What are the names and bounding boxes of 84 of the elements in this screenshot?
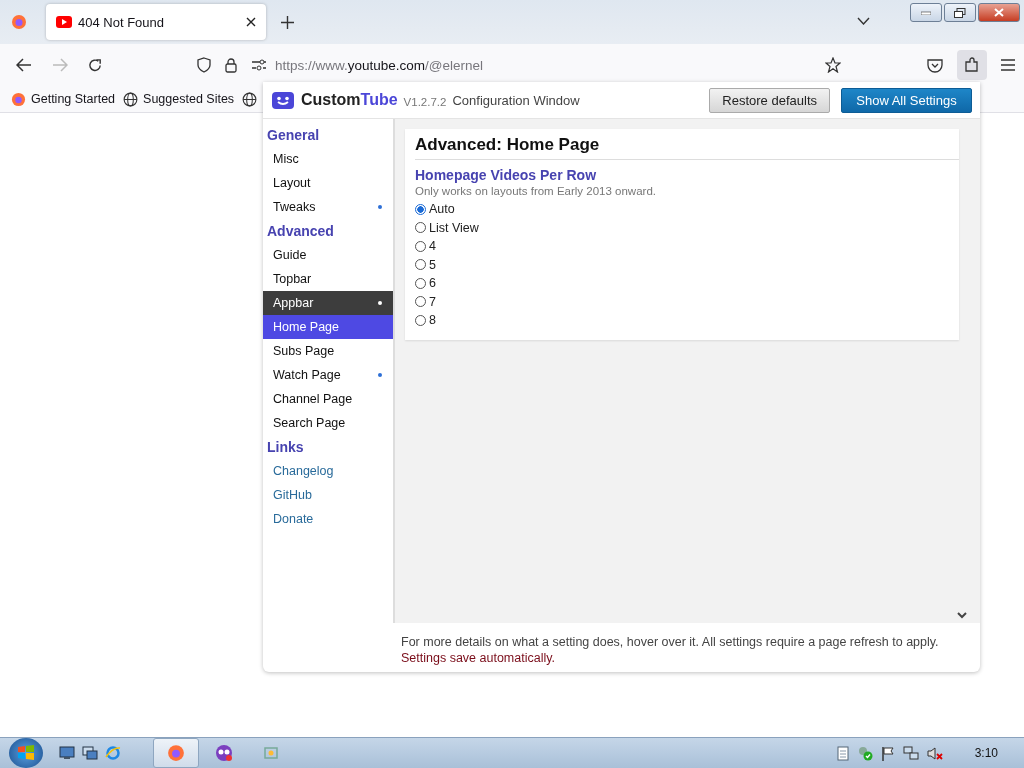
minimize-icon xyxy=(921,10,931,15)
globe-icon[interactable] xyxy=(123,91,139,107)
show-all-settings-button[interactable]: Show All Settings xyxy=(841,87,972,113)
option-label[interactable]: 7 xyxy=(429,294,436,309)
globe-icon[interactable] xyxy=(242,91,258,107)
sidebar-item[interactable]: Guide xyxy=(263,243,393,267)
radio-button[interactable] xyxy=(415,296,426,308)
section-heading: Advanced xyxy=(266,222,335,241)
minimize-button[interactable] xyxy=(910,3,942,22)
pocket-icon[interactable] xyxy=(927,57,943,73)
program-icon xyxy=(263,745,279,761)
bookmark-link[interactable]: Suggested Sites xyxy=(143,92,235,106)
option-label[interactable]: Auto xyxy=(429,202,455,217)
restore-button[interactable] xyxy=(944,3,976,22)
window-switch-icon[interactable] xyxy=(82,746,98,760)
close-window-button[interactable] xyxy=(978,3,1020,22)
page-title: Advanced: Home Page xyxy=(415,133,959,160)
sidebar-item[interactable]: Appbar xyxy=(263,291,393,315)
browser-tab[interactable]: 404 Not Found xyxy=(46,4,266,40)
menu-icon[interactable] xyxy=(1001,59,1015,71)
sidebar-link[interactable]: Donate xyxy=(263,507,393,531)
sidebar-item[interactable]: Channel Page xyxy=(263,387,393,411)
video-play-icon xyxy=(56,16,72,28)
url-text[interactable]: https://www.youtube.com/@elernel xyxy=(275,57,811,73)
section-heading: Links xyxy=(266,438,305,457)
sidebar-item[interactable]: Layout xyxy=(263,171,393,195)
browser-logo-icon[interactable] xyxy=(11,14,27,30)
firefox-icon xyxy=(167,744,185,762)
radio-button[interactable] xyxy=(415,222,426,234)
sidebar-item[interactable]: Home Page xyxy=(263,315,393,339)
radio-button[interactable] xyxy=(415,277,426,289)
windows-logo-icon xyxy=(16,743,36,763)
section-heading: General xyxy=(266,126,321,145)
chevron-down-icon[interactable] xyxy=(857,17,870,25)
back-icon[interactable] xyxy=(16,58,32,72)
app-name: CustomTube xyxy=(301,91,398,109)
document-icon[interactable] xyxy=(836,745,849,761)
firefox-taskbar-button[interactable] xyxy=(153,738,199,768)
lock-icon[interactable] xyxy=(225,57,237,73)
face-app-icon xyxy=(215,744,233,762)
speaker-muted-icon[interactable] xyxy=(926,745,943,761)
info-text: For more details on what a setting does, hover over it. All settings require a page refresh to apply. xyxy=(401,634,940,650)
sidebar-link[interactable]: GitHub xyxy=(263,483,393,507)
restore-icon xyxy=(954,7,966,18)
option-label[interactable]: 8 xyxy=(429,313,436,328)
smiley-logo-icon xyxy=(272,91,294,109)
option-label[interactable]: List View xyxy=(429,220,479,235)
desktop-icon[interactable] xyxy=(59,746,75,760)
puzzle-icon xyxy=(964,57,980,73)
star-icon[interactable] xyxy=(825,57,841,73)
sidebar-item[interactable]: Search Page xyxy=(263,411,393,435)
sidebar-item[interactable]: Subs Page xyxy=(263,339,393,363)
extensions-button[interactable] xyxy=(957,50,987,80)
setting-title: Homepage Videos Per Row xyxy=(415,167,597,183)
version-label: V1.2.7.2 xyxy=(403,95,447,108)
firefox-icon[interactable] xyxy=(11,91,26,107)
sidebar-item[interactable]: Topbar xyxy=(263,267,393,291)
option-label[interactable]: 4 xyxy=(429,239,436,254)
option-label[interactable]: 6 xyxy=(429,276,436,291)
sidebar-item[interactable]: Misc xyxy=(263,147,393,171)
close-icon xyxy=(994,8,1004,17)
new-tab-icon[interactable] xyxy=(281,15,294,29)
radio-button[interactable] xyxy=(415,240,426,252)
bookmark-link[interactable]: Getting Started xyxy=(31,92,116,106)
chevron-down-icon[interactable] xyxy=(957,612,967,619)
radio-button[interactable] xyxy=(415,259,426,271)
shield-icon[interactable] xyxy=(197,57,211,73)
radio-button[interactable] xyxy=(415,203,426,215)
option-label[interactable]: 5 xyxy=(429,257,436,272)
radio-button[interactable] xyxy=(415,314,426,326)
permissions-icon[interactable] xyxy=(251,59,267,71)
reload-icon[interactable] xyxy=(88,57,103,73)
close-icon[interactable] xyxy=(246,17,256,27)
network-icon[interactable] xyxy=(902,745,919,761)
start-button[interactable] xyxy=(9,738,43,768)
sidebar-item[interactable]: Watch Page xyxy=(263,363,393,387)
clock-text[interactable]: 3:10 xyxy=(974,746,998,760)
window-subtitle: Configuration Window xyxy=(452,92,580,108)
restore-defaults-button[interactable]: Restore defaults xyxy=(709,87,830,113)
sidebar-item[interactable]: Tweaks xyxy=(263,195,393,219)
sidebar-link[interactable]: Changelog xyxy=(263,459,393,483)
autosave-note: Settings save automatically. xyxy=(401,650,556,666)
setting-description: Only works on layouts from Early 2013 onward. xyxy=(415,185,657,197)
flag-icon[interactable] xyxy=(880,745,895,761)
